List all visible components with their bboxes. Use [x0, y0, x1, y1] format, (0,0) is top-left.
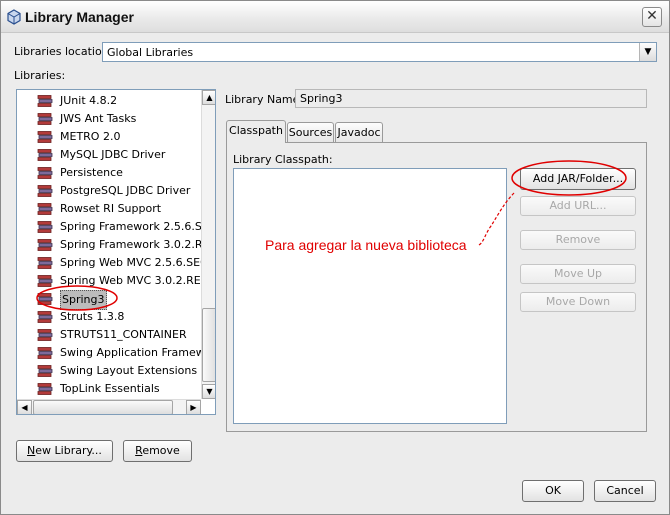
- ok-label: OK: [545, 484, 561, 497]
- ok-button[interactable]: OK: [522, 480, 584, 502]
- library-manager-window: Library Manager ✕ Libraries location: Gl…: [0, 0, 670, 515]
- cancel-label: Cancel: [606, 484, 644, 497]
- annotation-arrow-line: [478, 191, 516, 246]
- tab-classpath[interactable]: Classpath: [226, 120, 286, 143]
- annotation-ellipse-add-jar: [511, 160, 627, 196]
- annotation-ellipse-spring3: [36, 285, 118, 311]
- annotation-markup: [36, 160, 627, 311]
- tab-classpath-label: Classpath: [229, 124, 283, 137]
- cancel-button[interactable]: Cancel: [594, 480, 656, 502]
